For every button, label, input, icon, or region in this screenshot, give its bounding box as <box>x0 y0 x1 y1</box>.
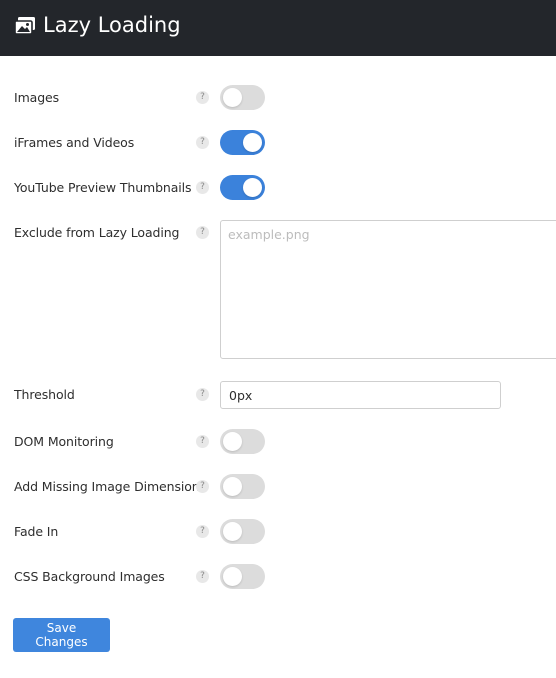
threshold-label: Threshold <box>14 387 75 402</box>
help-icon[interactable]: ? <box>196 480 209 493</box>
threshold-input[interactable] <box>220 381 501 409</box>
youtube-toggle[interactable] <box>220 175 265 200</box>
help-icon[interactable]: ? <box>196 91 209 104</box>
help-icon[interactable]: ? <box>196 181 209 194</box>
help-icon[interactable]: ? <box>196 435 209 448</box>
help-icon[interactable]: ? <box>196 525 209 538</box>
fade-in-label: Fade In <box>14 524 59 539</box>
toggle-knob <box>243 133 262 152</box>
toggle-knob <box>243 178 262 197</box>
page-header: Lazy Loading <box>0 0 556 56</box>
youtube-label: YouTube Preview Thumbnails <box>14 180 192 195</box>
toggle-knob <box>223 477 242 496</box>
exclude-textarea[interactable] <box>220 220 556 359</box>
missing-dimensions-label: Add Missing Image Dimensions <box>14 479 207 494</box>
page-title: Lazy Loading <box>43 13 181 37</box>
images-label: Images <box>14 90 60 105</box>
dom-monitoring-label: DOM Monitoring <box>14 434 114 449</box>
images-icon <box>14 17 35 35</box>
css-backgrounds-label: CSS Background Images <box>14 569 165 584</box>
toggle-knob <box>223 432 242 451</box>
save-changes-button[interactable]: Save Changes <box>13 618 110 652</box>
help-icon[interactable]: ? <box>196 388 209 401</box>
images-toggle[interactable] <box>220 85 265 110</box>
dom-monitoring-toggle[interactable] <box>220 429 265 454</box>
iframes-label: iFrames and Videos <box>14 135 135 150</box>
toggle-knob <box>223 567 242 586</box>
exclude-label: Exclude from Lazy Loading <box>14 225 180 240</box>
help-icon[interactable]: ? <box>196 136 209 149</box>
toggle-knob <box>223 88 242 107</box>
iframes-toggle[interactable] <box>220 130 265 155</box>
fade-in-toggle[interactable] <box>220 519 265 544</box>
css-backgrounds-toggle[interactable] <box>220 564 265 589</box>
help-icon[interactable]: ? <box>196 226 209 239</box>
toggle-knob <box>223 522 242 541</box>
missing-dimensions-toggle[interactable] <box>220 474 265 499</box>
help-icon[interactable]: ? <box>196 570 209 583</box>
